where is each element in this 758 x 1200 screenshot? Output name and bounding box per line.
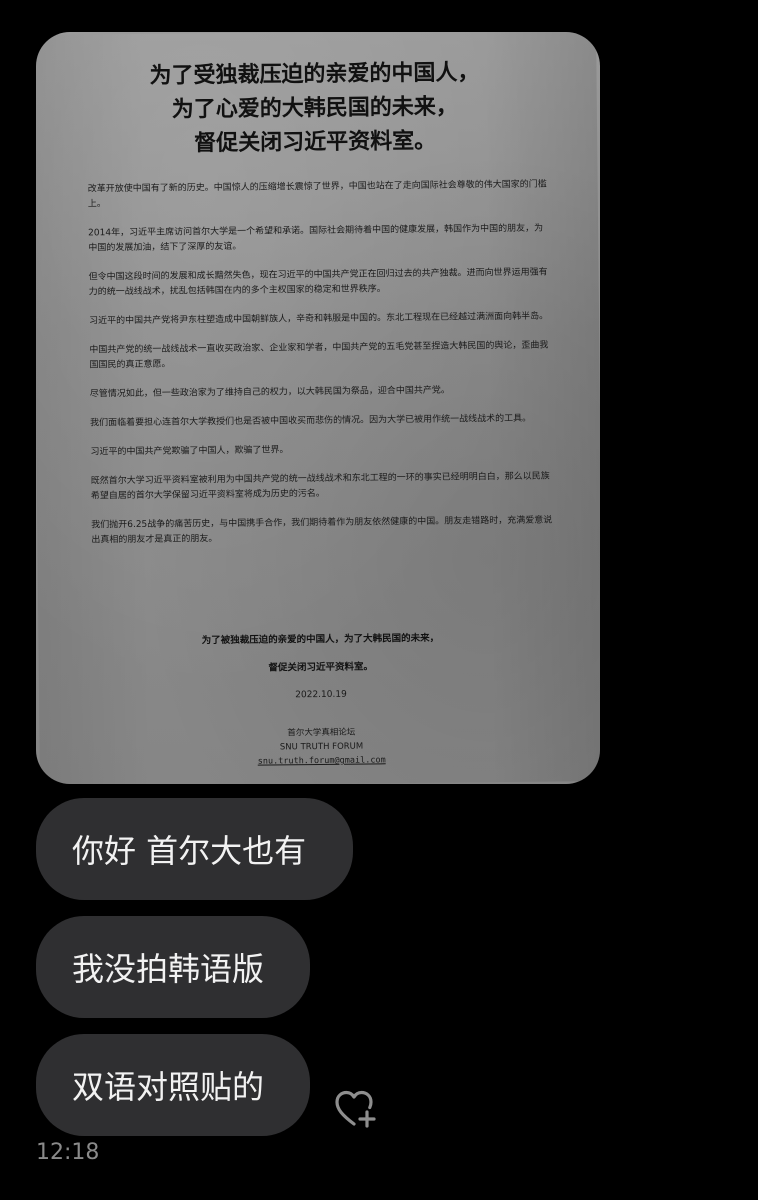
flyer-paragraph: 我们面临着要担心连首尔大学教授们也是否被中国收买而悲伤的情况。因为大学已被用作统… [90,413,532,429]
photo-message[interactable]: 为了受独裁压迫的亲爱的中国人， 为了心爱的大韩民国的未来， 督促关闭习近平资料室… [36,32,600,784]
flyer-paragraph: 但令中国这段时间的发展和成长黯然失色，现在习近平的中国共产党正在回归过去的共产独… [88,267,548,298]
flyer-body: 改革开放使中国有了新的历史。中国惊人的压缩增长震惊了世界，中国也站在了走向国际社… [88,178,554,563]
message-timestamp: 12:18 [36,1140,100,1165]
flyer-paragraph: 我们抛开6.25战争的痛苦历史，与中国携手合作，我们期待着作为朋友依然健康的中国… [91,515,553,546]
message-bubble[interactable]: 双语对照贴的 [36,1034,310,1136]
flyer-date: 2022.10.19 [295,689,347,701]
message-text: 双语对照贴的 [72,1068,265,1106]
flyer-title-line: 督促关闭习近平资料室。 [194,128,437,157]
message-text: 我没拍韩语版 [72,950,265,988]
flyer-paragraph: 既然首尔大学习近平资料室被利用为中国共产党的统一战线战术和东北工程的一环的事实已… [90,471,550,502]
flyer-paragraph: 中国共产党的统一战线战术一直收买政治家、企业家和学者，中国共产党的五毛党甚至捏造… [89,340,549,371]
add-reaction-button[interactable] [330,1086,380,1132]
flyer-paragraph: 习近平的中国共产党欺骗了中国人，欺骗了世界。 [90,445,289,458]
flyer-signature: 首尔大学真相论坛 SNU TRUTH FORUM snu.truth.forum… [39,723,600,771]
message-bubble[interactable]: 你好 首尔大也有 [36,798,353,900]
flyer-photo: 为了受独裁压迫的亲爱的中国人， 为了心爱的大韩民国的未来， 督促关闭习近平资料室… [36,32,600,784]
flyer-paragraph: 习近平的中国共产党将尹东柱塑造成中国朝鲜族人，辛奇和韩服是中国的。东北工程现在已… [89,311,549,327]
message-bubble[interactable]: 我没拍韩语版 [36,916,310,1018]
heart-plus-icon [335,1090,376,1128]
flyer-paragraph: 改革开放使中国有了新的历史。中国惊人的压缩增长震惊了世界，中国也站在了走向国际社… [87,179,547,210]
flyer-paragraph: 尽管情况如此，但一些政治家为了维持自己的权力，以大韩民国为祭品，迎合中国共产党。 [89,385,450,400]
flyer-closing-line: 督促关闭习近平资料室。 [268,661,374,674]
message-text: 你好 首尔大也有 [72,832,307,870]
flyer-title: 为了受独裁压迫的亲爱的中国人， 为了心爱的大韩民国的未来， 督促关闭习近平资料室… [36,55,597,163]
flyer-closing: 为了被独裁压迫的亲爱的中国人，为了大韩民国的未来， 督促关闭习近平资料室。 [38,623,600,685]
flyer-paragraph: 2014年，习近平主席访问首尔大学是一个希望和承诺。国际社会期待着中国的健康发展… [88,223,544,254]
